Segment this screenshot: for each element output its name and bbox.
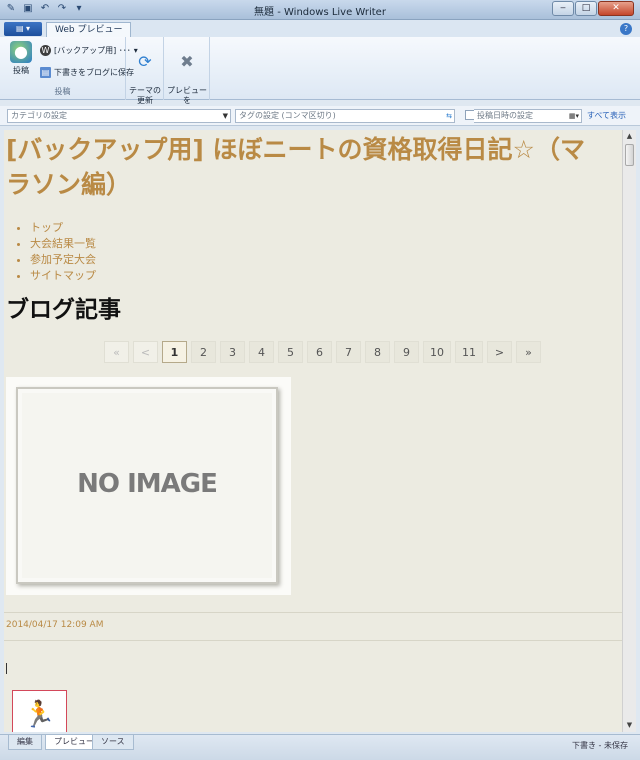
divider [4,640,622,641]
tab-web-preview[interactable]: Web プレビュー [46,22,132,37]
refresh-tags-icon[interactable]: ⇆ [446,110,452,122]
ribbon: ● 投稿 W [バックアップ用] ･･･ ▾ ▤ 下書きをブログに保存 投稿 ⟳… [0,37,640,115]
show-all-link[interactable]: すべて表示 [587,110,626,121]
pager-page-7[interactable]: 7 [336,341,361,363]
maximize-button[interactable]: □ [575,1,597,16]
group-label-publish: 投稿 [54,87,71,96]
bottom-bar: 編集 プレビュー ソース 下書き - 未保存 [0,734,640,760]
close-button[interactable]: ✕ [598,1,634,16]
minimize-button[interactable]: ‒ [552,1,574,16]
help-icon[interactable]: ? [620,23,632,35]
scroll-thumb[interactable] [625,144,634,166]
post-date-field[interactable]: 投稿日時の設定 ▦▾ [474,109,582,123]
window-title: 無題 - Windows Live Writer [254,7,386,18]
blog-title[interactable]: [バックアップ用] ほぼニートの資格取得日記☆（マラソン編） [6,132,606,202]
title-bar: ✎ ▣ ↶ ↷ ▾ 無題 - Windows Live Writer ‒ □ ✕ [0,0,640,20]
theme-group: ⟳ テーマの 更新 [126,37,164,105]
pager-page-8[interactable]: 8 [365,341,390,363]
properties-bar: カテゴリの設定 ▼ タグの設定 (コンマ区切り) ⇆ 投稿日時の設定 ▦▾ すべ… [0,106,640,126]
nav-item-top[interactable]: トップ [30,220,96,236]
pager-page-3[interactable]: 3 [220,341,245,363]
post-thumbnail[interactable]: NO IMAGE [6,377,291,595]
tab-source[interactable]: ソース [92,735,134,750]
publish-label: 投稿 [13,66,29,75]
document-save-icon: ▤ [40,67,51,78]
globe-icon: ● [10,41,32,63]
pager-last[interactable]: » [516,341,541,363]
vertical-scrollbar[interactable]: ▲ ▼ [622,130,636,732]
close-preview-icon: ✖ [180,52,194,71]
text-cursor [6,663,7,674]
pager-page-6[interactable]: 6 [307,341,332,363]
pager-page-10[interactable]: 10 [423,341,451,363]
pager-prev[interactable]: < [133,341,158,363]
ribbon-tab-row: ▤ ▾ Web プレビュー ? [0,20,640,37]
close-preview-button[interactable]: ✖ プレビューを 閉じる [166,41,208,116]
tab-edit[interactable]: 編集 [8,735,42,750]
nav-item-sitemap[interactable]: サイトマップ [30,268,96,284]
runner-avatar-icon: 🏃 [12,690,67,732]
update-theme-label: テーマの 更新 [129,86,161,105]
nav-item-results[interactable]: 大会結果一覧 [30,236,96,252]
tags-input[interactable]: タグの設定 (コンマ区切り) ⇆ [235,109,455,123]
pager-page-5[interactable]: 5 [278,341,303,363]
application-menu-button[interactable]: ▤ ▾ [4,22,42,36]
update-theme-button[interactable]: ⟳ テーマの 更新 [128,41,162,106]
no-image-label: NO IMAGE [77,469,218,499]
category-combo[interactable]: カテゴリの設定 ▼ [7,109,231,123]
blog-nav: トップ 大会結果一覧 参加予定大会 サイトマップ [22,220,96,284]
save-draft-label: 下書きをブログに保存 [54,68,134,77]
tags-placeholder: タグの設定 (コンマ区切り) [239,111,336,120]
blog-select-label: [バックアップ用] ･･･ [54,46,131,55]
post-date: 2014/04/17 12:09 AM [6,620,104,630]
nav-item-upcoming[interactable]: 参加予定大会 [30,252,96,268]
pager-first[interactable]: « [104,341,129,363]
pager-next[interactable]: > [487,341,512,363]
thumbnail-frame: NO IMAGE [16,387,278,584]
post-date-label: 投稿日時の設定 [477,111,533,120]
section-heading: ブログ記事 [6,297,121,323]
divider [4,612,622,613]
wordpress-icon: W [40,45,51,56]
pager-page-9[interactable]: 9 [394,341,419,363]
blog-select-button[interactable]: W [バックアップ用] ･･･ ▾ [40,45,138,56]
refresh-icon: ⟳ [138,52,152,71]
pagination: « < 1 2 3 4 5 6 7 8 9 10 11 > » [104,341,541,363]
scroll-down-icon[interactable]: ▼ [623,719,636,732]
category-placeholder: カテゴリの設定 [11,111,67,120]
pager-page-11[interactable]: 11 [455,341,483,363]
chevron-down-icon: ▼ [222,112,228,120]
preview-group: ✖ プレビューを 閉じる [164,37,210,115]
publish-button[interactable]: ● 投稿 [6,41,36,76]
calendar-icon[interactable]: ▦▾ [569,110,579,122]
status-text: 下書き - 未保存 [572,741,628,750]
save-draft-button[interactable]: ▤ 下書きをブログに保存 [40,67,134,78]
pager-page-1[interactable]: 1 [162,341,187,363]
scroll-up-icon[interactable]: ▲ [623,130,636,143]
pager-page-4[interactable]: 4 [249,341,274,363]
publish-group: ● 投稿 W [バックアップ用] ･･･ ▾ ▤ 下書きをブログに保存 投稿 [0,37,138,100]
preview-content: [バックアップ用] ほぼニートの資格取得日記☆（マラソン編） トップ 大会結果一… [4,130,622,732]
pager-page-2[interactable]: 2 [191,341,216,363]
